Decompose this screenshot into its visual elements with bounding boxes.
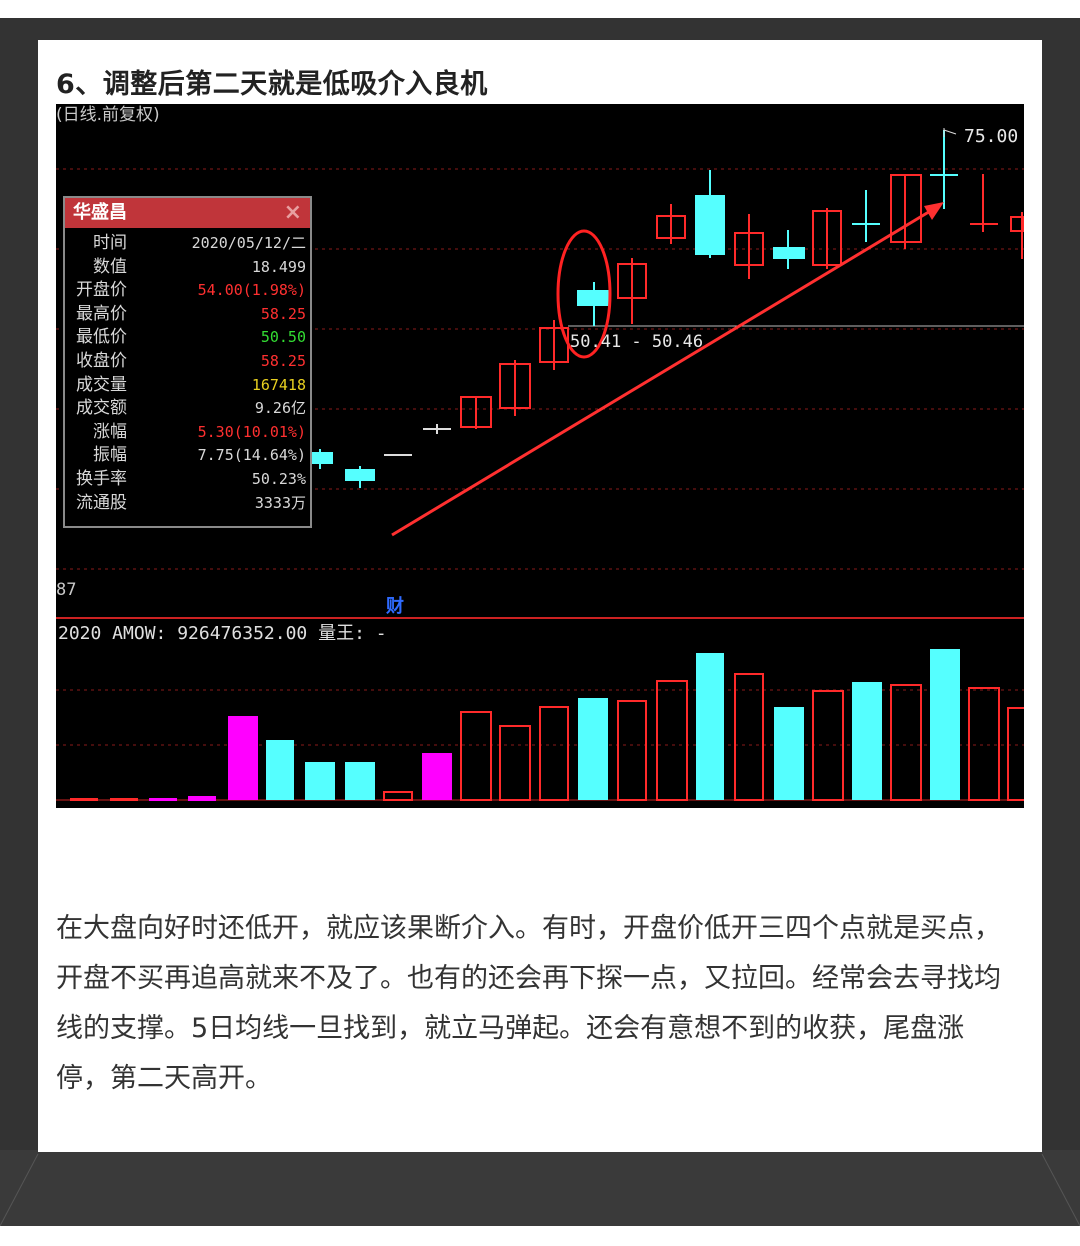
axis-mark: 87: [56, 580, 77, 600]
info-row-label: 最低价: [76, 327, 127, 348]
article-heading: 6、调整后第二天就是低吸介入良机: [56, 69, 488, 100]
info-row-value: 50.23%: [251, 469, 306, 488]
finance-marker[interactable]: 财: [386, 592, 404, 618]
info-row: 最低价 50.50: [65, 326, 310, 350]
volume-title: 2020 AMOW: 926476352.00 量王: -: [58, 623, 387, 644]
info-popup-title: 华盛昌 ×: [65, 198, 310, 228]
close-icon[interactable]: ×: [284, 198, 302, 228]
stock-info-popup: 华盛昌 × 时间 2020/05/12/二数值 18.499 开盘价 54.00(1.9…: [63, 196, 312, 528]
stock-chart: (日线.前复权) 75.00 50.41 - 50.46 87 财 2020 A…: [56, 104, 1024, 808]
info-row-value: 5.30(10.01%): [197, 422, 306, 441]
info-row-label: 数值: [93, 256, 127, 277]
info-row-value: 3333万: [254, 493, 306, 512]
info-row-label: 振幅: [93, 445, 127, 466]
info-row-value: 7.75(14.64%): [197, 446, 306, 465]
info-row-label: 收盘价: [76, 350, 127, 371]
info-row-value: 58.25: [260, 351, 306, 370]
article-paragraph: 在大盘向好时还低开，就应该果断介入。有时，开盘价低开三四个点就是买点，开盘不买再…: [56, 913, 1001, 1094]
info-row-label: 时间: [93, 233, 127, 253]
info-row: 成交量 167418: [65, 374, 310, 398]
info-row-label: 涨幅: [93, 421, 127, 442]
info-row-label: 开盘价: [76, 280, 127, 301]
info-row-value: 9.26亿: [254, 399, 306, 418]
info-row: 开盘价 54.00(1.98%): [65, 279, 310, 303]
info-row: 涨幅 5.30(10.01%): [65, 421, 310, 445]
info-row-label: 换手率: [76, 468, 127, 489]
info-row-label: 成交量: [76, 374, 127, 395]
info-row: 时间 2020/05/12/二: [65, 232, 310, 256]
frame-bottom: [0, 1150, 1080, 1226]
info-row: 流通股 3333万: [65, 492, 310, 516]
candle-doji: [384, 424, 451, 456]
info-row-value: 167418: [251, 375, 306, 394]
trend-arrow: [391, 208, 933, 537]
range-label: 50.41 - 50.46: [570, 332, 704, 352]
info-row-value: 58.25: [260, 304, 306, 323]
arrow-head: [924, 202, 944, 220]
info-row: 数值 18.499: [65, 256, 310, 280]
stock-name: 华盛昌: [73, 202, 127, 223]
frame-decoration: [0, 1153, 1080, 1226]
candle-up: [460, 174, 1024, 429]
info-row: 最高价 58.25: [65, 303, 310, 327]
info-row-value: 50.50: [260, 328, 306, 347]
info-row-value: 18.499: [251, 257, 306, 276]
volume-bars: [70, 649, 1024, 801]
high-marker-icon: [943, 128, 957, 137]
info-rows: 时间 2020/05/12/二数值 18.499 开盘价 54.00(1.98%) 最高价…: [65, 232, 310, 515]
info-row: 换手率 50.23%: [65, 468, 310, 492]
info-row-label: 成交额: [76, 398, 127, 419]
info-row-label: 流通股: [76, 492, 127, 513]
info-row: 振幅 7.75(14.64%): [65, 444, 310, 468]
info-row-value: 2020/05/12/二: [191, 234, 306, 252]
chart-period-caption[interactable]: (日线.前复权): [56, 104, 160, 125]
info-row: 成交额 9.26亿: [65, 397, 310, 421]
info-row: 收盘价 58.25: [65, 350, 310, 374]
high-price-label: 75.00: [964, 126, 1019, 147]
info-row-label: 最高价: [76, 303, 127, 324]
info-row-value: 54.00(1.98%): [197, 281, 306, 300]
